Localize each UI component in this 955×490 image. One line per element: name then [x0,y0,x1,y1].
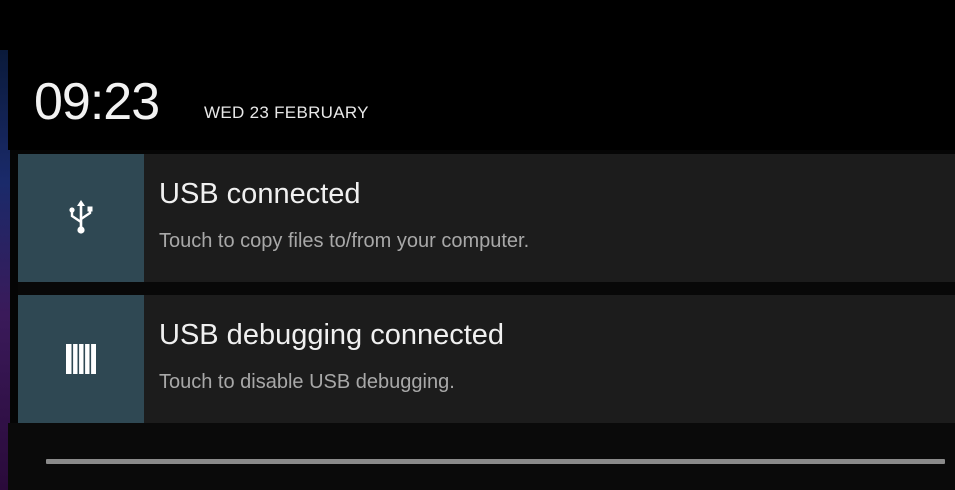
clock-date: WED 23 FEBRUARY [204,103,369,122]
notification-icon-box [18,295,144,423]
shade-bottom-area [8,423,955,490]
notification-subtitle: Touch to disable USB debugging. [159,371,455,393]
notification-usb-connected[interactable]: USB connected Touch to copy files to/fro… [18,154,955,282]
notification-shade: 09:23 WED 23 FEBRUARY USB connected Touc… [0,0,955,490]
notification-subtitle: Touch to copy files to/from your compute… [159,230,530,252]
usb-icon [69,200,93,234]
clock-time: 09:23 [34,73,160,131]
notification-title: USB debugging connected [159,319,505,351]
usb-debugging-icon [66,344,96,374]
notification-divider [18,282,955,295]
shade-drag-handle[interactable] [46,459,945,464]
notification-title: USB connected [159,178,361,210]
shade-header: 09:23 WED 23 FEBRUARY [8,50,955,150]
notification-icon-box [18,154,144,282]
status-bar-area [0,0,955,50]
notification-usb-debugging[interactable]: USB debugging connected Touch to disable… [18,295,955,423]
